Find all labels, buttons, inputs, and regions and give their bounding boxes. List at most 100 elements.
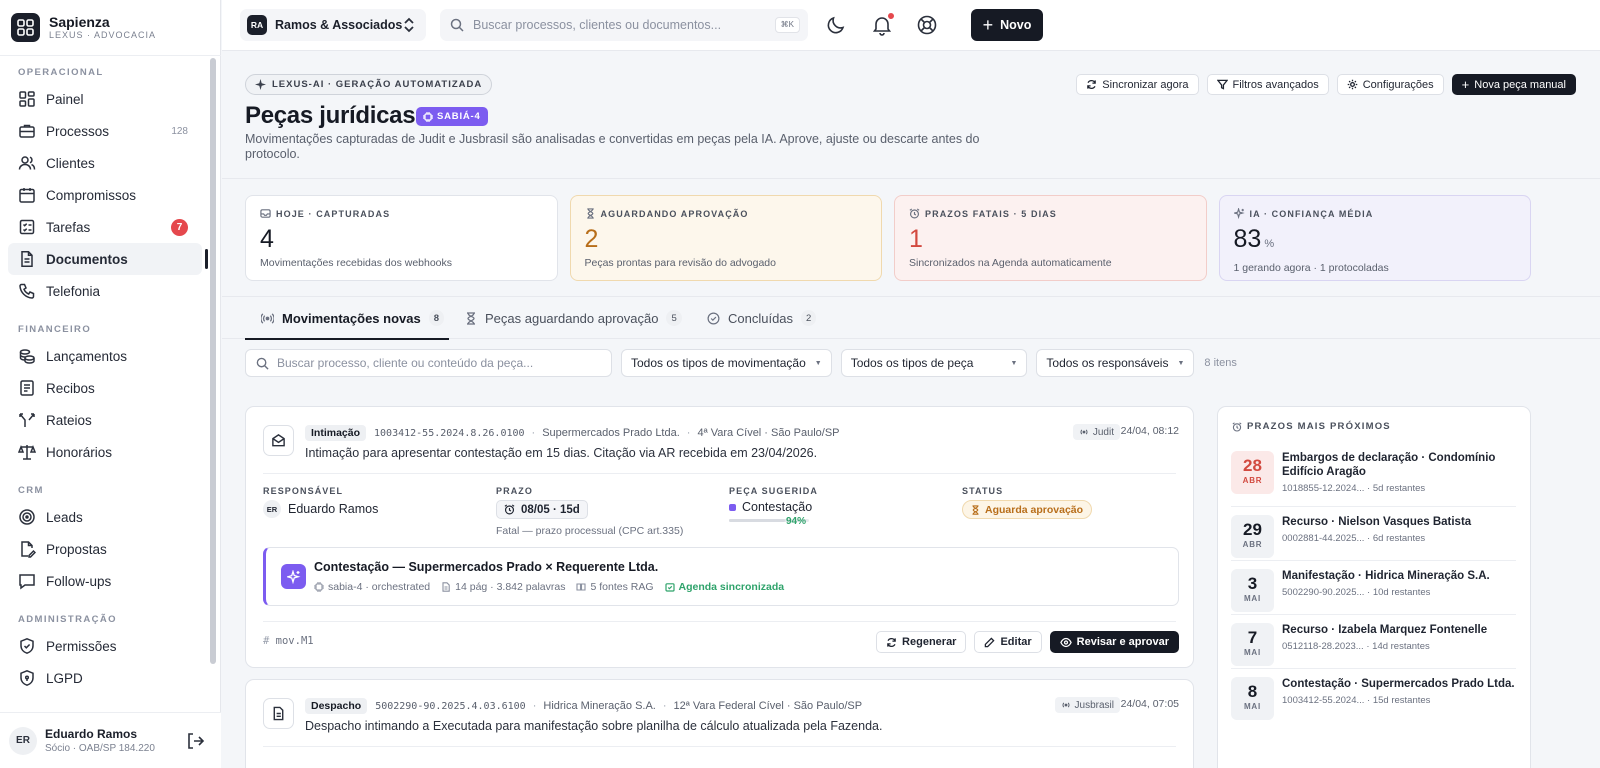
panel-title: PRAZOS MAIS PRÓXIMOS: [1232, 421, 1391, 432]
divider: [263, 621, 1176, 622]
search-placeholder: Buscar processos, clientes ou documentos…: [473, 18, 722, 32]
date-badge: 7 MAI: [1231, 623, 1274, 666]
court-name: 12ª Vara Federal Cível · São Paulo/SP: [673, 700, 863, 712]
advanced-filters-button[interactable]: Filtros avançados: [1206, 74, 1329, 95]
date-month: ABR: [1242, 476, 1263, 485]
sidebar-item-documentos[interactable]: Documentos: [8, 243, 208, 275]
brand[interactable]: Sapienza LEXUS · ADVOCACIA: [11, 11, 156, 43]
logout-icon[interactable]: [185, 731, 205, 751]
avatar: ER: [263, 500, 281, 518]
deadline-ref: 1018855-12.2024...: [1282, 483, 1365, 494]
stat-card-awaiting[interactable]: AGUARDANDO APROVAÇÃO 2 Peças prontas par…: [569, 195, 882, 281]
user-profile[interactable]: ER Eduardo Ramos Sócio · OAB/SP 184.220: [0, 712, 221, 768]
tab-new-movements[interactable]: Movimentações novas 8: [245, 297, 449, 340]
stat-subtitle: Sincronizados na Agenda automaticamente: [909, 257, 1112, 269]
sidebar-item-painel[interactable]: Painel: [8, 83, 202, 115]
date-month: MAI: [1243, 702, 1262, 711]
sidebar-scrollbar[interactable]: [210, 58, 216, 664]
deadline-value: 08/05 · 15d: [521, 503, 580, 516]
sync-now-button[interactable]: Sincronizar agora: [1076, 74, 1199, 95]
meta-label: RESPONSÁVEL: [263, 486, 344, 496]
movement-card[interactable]: Intimação 1003412-55.2024.8.26.0100 · Su…: [245, 406, 1194, 668]
process-number[interactable]: 1003412-55.2024.8.26.0100: [374, 428, 525, 439]
settings-button[interactable]: Configurações: [1336, 74, 1444, 95]
tabs: Movimentações novas 8 Peças aguardando a…: [222, 296, 1600, 340]
sidebar-item-lgpd[interactable]: LGPD: [8, 662, 202, 694]
sidebar-item-rateios[interactable]: Rateios: [8, 404, 202, 436]
brand-name: Sapienza: [49, 13, 110, 30]
sidebar-item-label: Processos: [46, 123, 110, 139]
date-badge: 29 ABR: [1231, 515, 1274, 558]
sidebar-item-lancamentos[interactable]: Lançamentos: [8, 340, 202, 372]
sidebar-item-label: Leads: [46, 509, 83, 525]
global-search-input[interactable]: Buscar processos, clientes ou documentos…: [440, 9, 808, 41]
org-switcher[interactable]: RA Ramos & Associados: [240, 9, 426, 41]
movement-type-select[interactable]: Todos os tipos de movimentação ▼: [621, 349, 832, 377]
hourglass-icon: [465, 311, 477, 325]
client-name: Supermercados Prado Ltda.: [542, 427, 680, 439]
responsible-select[interactable]: Todos os responsáveis ▼: [1036, 349, 1195, 377]
file-edit-icon: [18, 540, 36, 558]
movement-time: 24/04, 07:05: [1120, 698, 1179, 710]
review-approve-button[interactable]: Revisar e aprovar: [1049, 631, 1179, 653]
movement-card[interactable]: Despacho 5002290-90.2025.4.03.6100 · Hid…: [245, 679, 1194, 768]
sidebar-item-telefonia[interactable]: Telefonia: [8, 275, 202, 307]
stat-label: AGUARDANDO APROVAÇÃO: [600, 208, 749, 219]
deadline-subtitle: Fatal — prazo processual (CPC art.335): [496, 525, 684, 537]
bell-icon[interactable]: [871, 13, 894, 36]
sidebar-item-permissoes[interactable]: Permissões: [8, 630, 202, 662]
divider: [1231, 506, 1516, 507]
phone-icon: [18, 282, 36, 300]
panel-title-label: PRAZOS MAIS PRÓXIMOS: [1247, 421, 1391, 432]
deadline-item[interactable]: 8 MAI Contestação · Supermercados Prado L…: [1231, 677, 1516, 731]
source-badge: Jusbrasil: [1054, 697, 1120, 713]
piece-type-select[interactable]: Todos os tipos de peça ▼: [840, 349, 1028, 377]
hourglass-icon: [585, 208, 596, 219]
regenerate-button[interactable]: Regenerar: [876, 631, 967, 653]
stat-card-captured[interactable]: HOJE · CAPTURADAS 4 Movimentações recebi…: [245, 195, 558, 281]
stat-card-deadlines[interactable]: PRAZOS FATAIS · 5 DIAS 1 Sincronizados n…: [894, 195, 1207, 281]
sidebar-item-clientes[interactable]: Clientes: [8, 147, 202, 179]
deadline-item[interactable]: 28 ABR Embargos de declaração · Condomíni…: [1231, 451, 1516, 505]
sidebar-item-processos[interactable]: Processos 128: [8, 115, 202, 147]
sidebar-item-recibos[interactable]: Recibos: [8, 372, 202, 404]
stats-row: HOJE · CAPTURADAS 4 Movimentações recebi…: [245, 195, 1531, 281]
chat-icon: [18, 572, 36, 590]
sidebar-item-honorarios[interactable]: Honorários: [8, 436, 202, 468]
sidebar-item-leads[interactable]: Leads: [8, 501, 202, 533]
nav-section-crm: CRM: [18, 485, 44, 496]
deadline-title: Embargos de declaração · Condomínio Edif…: [1282, 452, 1496, 478]
deadline-ref: 1003412-55.2024...: [1282, 695, 1365, 706]
org-name: Ramos & Associados: [275, 18, 403, 32]
briefcase-icon: [18, 122, 36, 140]
deadline-meta: 1003412-55.2024... · 15d restantes: [1282, 695, 1431, 706]
movement-type-badge: Despacho: [305, 698, 368, 714]
help-icon[interactable]: [916, 14, 938, 36]
plus-icon: +: [1461, 77, 1470, 92]
date-month: ABR: [1242, 540, 1263, 549]
tab-completed[interactable]: Concluídas 2: [707, 297, 817, 339]
new-manual-piece-button[interactable]: + Nova peça manual: [1451, 74, 1576, 95]
sidebar-item-tarefas[interactable]: Tarefas 7: [8, 211, 202, 243]
coins-icon: [18, 347, 36, 365]
sidebar-item-compromissos[interactable]: Compromissos: [8, 179, 202, 211]
movement-header: Intimação 1003412-55.2024.8.26.0100 · Su…: [305, 424, 1179, 442]
piece-search-input[interactable]: Buscar processo, cliente ou conteúdo da …: [245, 349, 612, 377]
generated-piece[interactable]: Contestação — Supermercados Prado × Requ…: [263, 547, 1179, 606]
notification-dot: [888, 13, 894, 19]
new-button[interactable]: + Novo: [971, 9, 1043, 41]
stat-card-ai-confidence[interactable]: IA · CONFIANÇA MÉDIA 83% 1 gerando agora…: [1218, 195, 1531, 281]
edit-button[interactable]: Editar: [974, 631, 1042, 653]
sidebar-item-propostas[interactable]: Propostas: [8, 533, 202, 565]
process-number[interactable]: 5002290-90.2025.4.03.6100: [375, 701, 526, 712]
sidebar-item-label: Tarefas: [46, 219, 91, 235]
item-count: 128: [171, 125, 188, 137]
tab-awaiting-approval[interactable]: Peças aguardando aprovação 5: [465, 297, 682, 339]
sidebar-item-follow-ups[interactable]: Follow-ups: [8, 565, 202, 597]
document-icon: [263, 698, 294, 729]
deadline-title: Recurso · Nielson Vasques Batista: [1282, 516, 1472, 528]
moon-icon[interactable]: [825, 14, 847, 36]
sidebar-item-label: Painel: [46, 91, 84, 107]
sidebar-item-label: LGPD: [46, 670, 83, 686]
stat-value: 4: [260, 225, 274, 253]
